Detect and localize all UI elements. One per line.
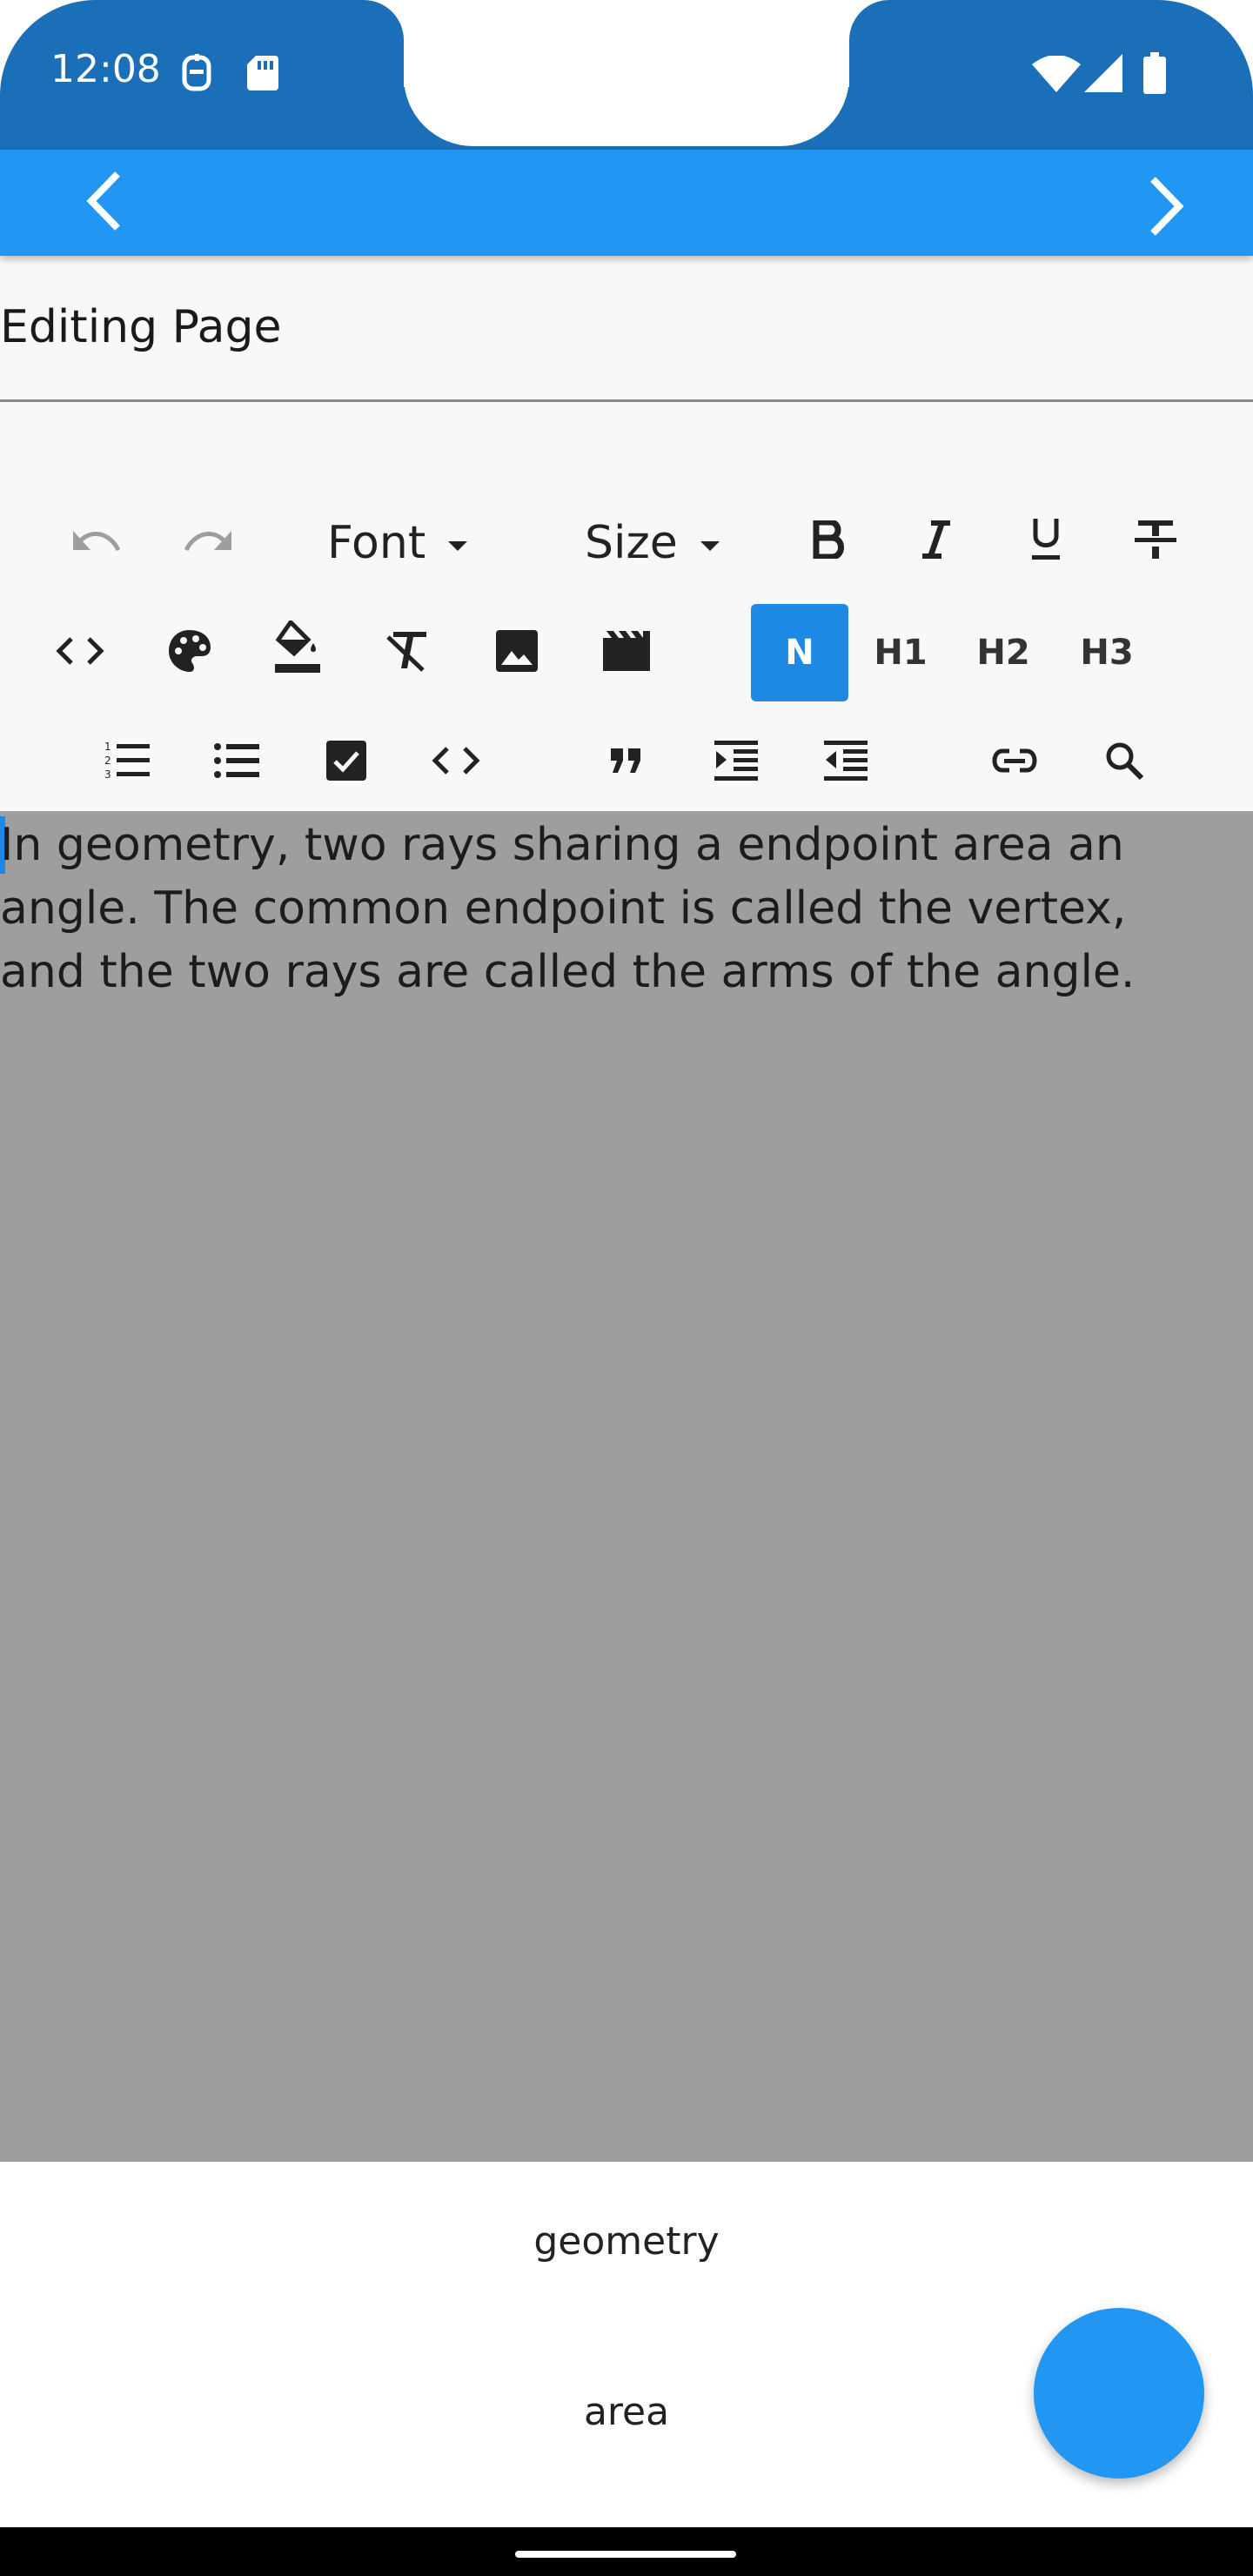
- system-navigation-bar: [0, 2527, 1253, 2576]
- screen: 12:08 Editing Page Font Size N H1 H2 H3 …: [0, 0, 1253, 2576]
- suggestion-item[interactable]: geometry: [0, 2219, 1253, 2264]
- undo-icon: [71, 524, 124, 559]
- search-icon: [1104, 741, 1144, 781]
- insert-link-button[interactable]: [971, 717, 1058, 804]
- undo-button[interactable]: [54, 498, 141, 585]
- floating-action-button[interactable]: [1034, 2308, 1204, 2479]
- caret-down-icon: [700, 540, 720, 551]
- redo-button[interactable]: [164, 498, 251, 585]
- code-view-button[interactable]: [37, 607, 124, 694]
- signal-icon: [1084, 54, 1122, 92]
- caret-down-icon: [448, 540, 468, 551]
- bold-button[interactable]: [785, 496, 872, 583]
- notification-icon: [179, 54, 214, 92]
- outdent-button[interactable]: [802, 717, 889, 804]
- strikethrough-icon: [1135, 520, 1176, 559]
- link-icon: [990, 748, 1039, 774]
- outdent-icon: [824, 741, 868, 781]
- checkbox-icon: [326, 741, 366, 781]
- status-bar: 12:08: [0, 0, 1253, 150]
- code-icon: [56, 637, 104, 665]
- underline-icon: [1029, 519, 1063, 560]
- search-button[interactable]: [1081, 717, 1168, 804]
- clear-format-button[interactable]: [364, 607, 451, 694]
- background-color-button[interactable]: [254, 604, 341, 691]
- bullet-list-button[interactable]: [193, 717, 280, 804]
- palette-icon: [167, 628, 212, 674]
- heading-h2-button[interactable]: H2: [955, 604, 1052, 701]
- camera-notch: [404, 0, 849, 146]
- italic-icon: [921, 520, 952, 559]
- quote-icon: [609, 747, 644, 775]
- insert-image-button[interactable]: [473, 607, 560, 694]
- editor-area[interactable]: In geometry, two rays sharing a endpoint…: [0, 811, 1253, 2162]
- wifi-icon: [1032, 56, 1081, 92]
- redo-icon: [181, 524, 233, 559]
- insert-video-button[interactable]: [583, 607, 670, 694]
- fill-color-icon: [273, 621, 322, 674]
- clear-format-icon: [385, 630, 430, 672]
- home-gesture-handle[interactable]: [515, 2551, 736, 2558]
- size-dropdown-label: Size: [585, 517, 678, 569]
- editor-content: In geometry, two rays sharing a endpoint…: [0, 819, 1136, 998]
- indent-icon: [714, 741, 758, 781]
- italic-button[interactable]: [893, 496, 980, 583]
- title-input[interactable]: Editing Page: [0, 256, 1253, 402]
- bold-icon: [813, 520, 844, 559]
- text-color-button[interactable]: [146, 607, 233, 694]
- app-bar: [0, 150, 1253, 256]
- chevron-left-icon: [83, 171, 124, 235]
- strikethrough-button[interactable]: [1112, 496, 1199, 583]
- indent-button[interactable]: [693, 717, 780, 804]
- code-block-button[interactable]: [412, 717, 499, 804]
- heading-h3-button[interactable]: H3: [1058, 604, 1156, 701]
- font-dropdown-label: Font: [327, 517, 426, 569]
- checklist-button[interactable]: [303, 717, 390, 804]
- sd-card-icon: [245, 54, 280, 92]
- editor-toolbar: Font Size N H1 H2 H3 1 2 3: [0, 402, 1253, 811]
- size-dropdown[interactable]: Size: [585, 500, 720, 587]
- heading-normal-button[interactable]: N: [751, 604, 848, 701]
- forward-button[interactable]: [1129, 171, 1204, 245]
- heading-h1-button[interactable]: H1: [852, 604, 949, 701]
- svg-text:2: 2: [104, 755, 111, 767]
- font-dropdown[interactable]: Font: [327, 500, 468, 587]
- numbered-list-button[interactable]: 1 23: [84, 717, 171, 804]
- svg-text:3: 3: [104, 768, 111, 781]
- bullet-list-icon: [214, 743, 259, 778]
- movie-icon: [603, 631, 650, 671]
- numbered-list-icon: 1 23: [104, 741, 150, 781]
- chevron-right-icon: [1146, 176, 1188, 240]
- back-button[interactable]: [66, 165, 141, 240]
- image-icon: [496, 630, 538, 672]
- code-block-icon: [432, 747, 480, 775]
- status-time: 12:08: [50, 47, 161, 91]
- underline-button[interactable]: [1002, 496, 1089, 583]
- svg-text:1: 1: [104, 741, 111, 753]
- title-input-value: Editing Page: [0, 301, 282, 353]
- blockquote-button[interactable]: [583, 717, 670, 804]
- battery-icon: [1143, 52, 1166, 94]
